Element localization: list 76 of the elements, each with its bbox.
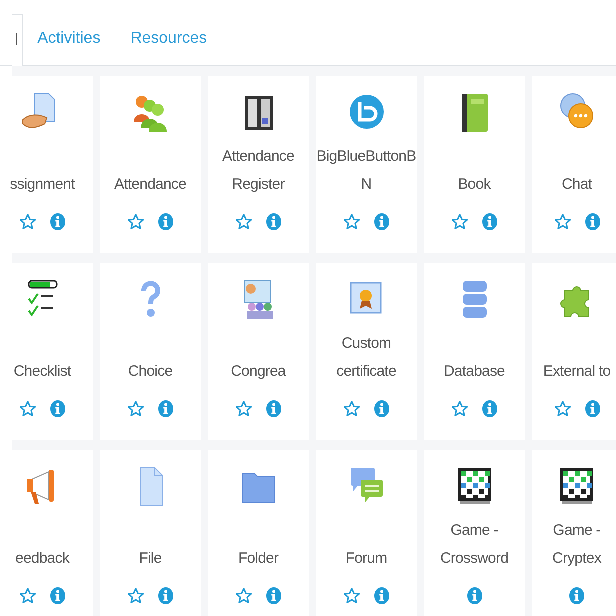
info-icon[interactable] (266, 400, 282, 418)
star-icon[interactable] (235, 400, 253, 418)
module-name: Cryptex (552, 549, 602, 569)
info-icon[interactable] (466, 587, 482, 605)
module-name: Attendance (114, 175, 186, 195)
module-name: ssignment (10, 175, 75, 195)
info-icon[interactable] (158, 587, 174, 605)
module-card[interactable]: Chat (532, 76, 616, 253)
star-icon[interactable] (235, 587, 253, 605)
info-icon[interactable] (482, 400, 498, 418)
star-icon[interactable] (554, 400, 572, 418)
module-name: Forum (346, 549, 388, 569)
module-card[interactable]: ssignment (12, 76, 93, 253)
star-icon[interactable] (127, 587, 145, 605)
module-card[interactable]: Game - Cryptex (532, 450, 616, 616)
info-icon[interactable] (158, 400, 174, 418)
module-name: Game - (553, 521, 601, 541)
module-card[interactable]: Checklist (12, 263, 93, 440)
module-card[interactable]: External to (532, 263, 616, 440)
module-name: Congrea (231, 362, 286, 382)
info-icon[interactable] (374, 213, 390, 231)
info-icon[interactable] (50, 213, 66, 231)
info-icon[interactable] (266, 213, 282, 231)
info-icon[interactable] (374, 587, 390, 605)
module-name: Folder (238, 549, 279, 569)
info-icon[interactable] (482, 213, 498, 231)
module-name: BigBlueButtonB (316, 147, 416, 167)
info-icon[interactable] (50, 587, 66, 605)
module-card[interactable]: Congrea (208, 263, 309, 440)
module-card[interactable]: Folder (208, 450, 309, 616)
module-name: Attendance (222, 147, 294, 167)
module-name: External to (543, 362, 611, 382)
info-icon[interactable] (374, 400, 390, 418)
star-icon[interactable] (343, 587, 361, 605)
info-icon[interactable] (569, 587, 585, 605)
module-name: certificate (336, 362, 396, 382)
module-card[interactable]: Book (424, 76, 525, 253)
module-name: Crossword (440, 549, 509, 569)
module-name: File (139, 549, 162, 569)
star-icon[interactable] (343, 213, 361, 231)
module-card[interactable]: Game - Crossword (424, 450, 525, 616)
star-icon[interactable] (554, 213, 572, 231)
star-icon[interactable] (451, 213, 469, 231)
info-icon[interactable] (50, 400, 66, 418)
module-name: Custom (342, 334, 392, 354)
tab[interactable]: l (12, 14, 23, 66)
star-icon[interactable] (127, 213, 145, 231)
star-icon[interactable] (235, 213, 253, 231)
info-icon[interactable] (266, 587, 282, 605)
module-card[interactable]: BigBlueButtonB N (316, 76, 417, 253)
module-name: Checklist (14, 362, 72, 382)
module-card[interactable]: Attendance (100, 76, 201, 253)
star-icon[interactable] (19, 213, 37, 231)
module-name: Game - (450, 521, 498, 541)
module-name: Choice (128, 362, 173, 382)
info-icon[interactable] (584, 213, 600, 231)
module-card[interactable]: Forum (316, 450, 417, 616)
star-icon[interactable] (127, 400, 145, 418)
module-name: Database (444, 362, 505, 382)
star-icon[interactable] (19, 400, 37, 418)
module-card[interactable]: Custom certificate (316, 263, 417, 440)
module-card[interactable]: File (100, 450, 201, 616)
module-card[interactable]: eedback (12, 450, 93, 616)
module-name: eedback (16, 549, 70, 569)
module-card[interactable]: Database (424, 263, 525, 440)
module-name: Register (232, 175, 285, 195)
star-icon[interactable] (343, 400, 361, 418)
module-card[interactable]: Choice (100, 263, 201, 440)
module-name: Book (458, 175, 491, 195)
star-icon[interactable] (19, 587, 37, 605)
module-name: N (361, 175, 372, 195)
module-name: Chat (562, 175, 592, 195)
module-card[interactable]: Attendance Register (208, 76, 309, 253)
star-icon[interactable] (451, 400, 469, 418)
info-icon[interactable] (584, 400, 600, 418)
info-icon[interactable] (158, 213, 174, 231)
